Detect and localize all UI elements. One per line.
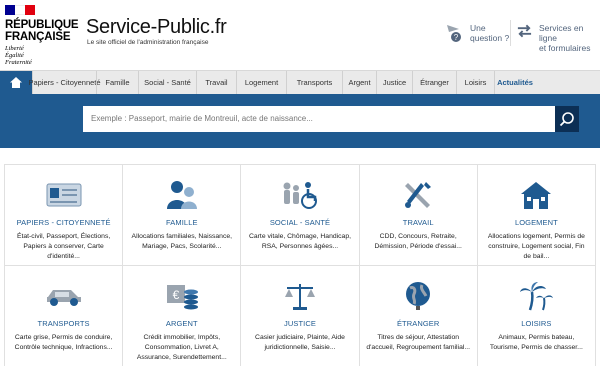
motto: Liberté Égalité Fraternité xyxy=(5,45,32,66)
search-icon xyxy=(559,112,574,127)
category-card-argent[interactable]: € ARGENT Crédit immobilier, Impôts, Cons… xyxy=(123,266,242,366)
category-title: LOGEMENT xyxy=(514,218,558,227)
services-link[interactable]: Services en ligne et formulaires xyxy=(516,23,600,53)
search-button[interactable] xyxy=(555,106,579,132)
nav-transports[interactable]: Transports xyxy=(286,71,342,94)
nav-papiers[interactable]: Papiers - Citoyenneté xyxy=(28,71,101,94)
motto-liberte: Liberté xyxy=(5,45,24,52)
question-link[interactable]: ? Une question ? xyxy=(446,23,509,43)
search-band: Exemple : Passeport, mairie de Montreuil… xyxy=(0,94,600,148)
nav-argent[interactable]: Argent xyxy=(342,71,376,94)
category-grid: PAPIERS - CITOYENNETÉ État-civil, Passep… xyxy=(4,164,596,366)
category-title: ARGENT xyxy=(165,319,198,328)
nav-famille[interactable]: Famille xyxy=(96,71,138,94)
id-card-icon xyxy=(46,183,82,207)
category-card-travail[interactable]: TRAVAIL CDD, Concours, Retraite, Démissi… xyxy=(359,165,478,266)
category-desc: Carte vitale, Chômage, Handicap, RSA, Pe… xyxy=(248,233,351,250)
nav-actualites[interactable]: Actualités xyxy=(494,71,535,94)
category-card-logement[interactable]: LOGEMENT Allocations logement, Permis de… xyxy=(477,165,596,266)
palm-tree-icon xyxy=(520,282,554,311)
home-icon xyxy=(10,77,22,88)
nav-travail[interactable]: Travail xyxy=(196,71,236,94)
swap-arrows-icon xyxy=(517,24,532,38)
category-card-etranger[interactable]: ÉTRANGER Titres de séjour, Attestation d… xyxy=(360,266,478,366)
category-title: PAPIERS - CITOYENNETÉ xyxy=(16,218,111,227)
category-title: ÉTRANGER xyxy=(396,319,440,328)
category-title: TRANSPORTS xyxy=(37,319,90,328)
category-card-loisirs[interactable]: LOISIRS Animaux, Permis bateau, Tourisme… xyxy=(478,266,596,366)
category-card-justice[interactable]: JUSTICE Casier judiciaire, Plainte, Aide… xyxy=(241,266,360,366)
nav-loisirs[interactable]: Loisirs xyxy=(456,71,494,94)
site-name[interactable]: Service-Public.fr xyxy=(86,16,227,39)
family-icon xyxy=(166,181,197,209)
services-link-line2: et formulaires xyxy=(538,43,591,53)
motto-egalite: Égalité xyxy=(5,52,24,59)
category-desc: État-civil, Passeport, Élections, Papier… xyxy=(16,233,111,260)
question-link-line2: question ? xyxy=(470,33,510,43)
svg-text:€: € xyxy=(172,288,179,302)
nav-justice[interactable]: Justice xyxy=(376,71,412,94)
main-nav: Papiers - Citoyenneté Famille Social - S… xyxy=(0,70,600,94)
nav-logement[interactable]: Logement xyxy=(236,71,286,94)
category-desc: CDD, Concours, Retraite, Démission, Péri… xyxy=(374,233,462,250)
category-card-famille[interactable]: FAMILLE Allocations familiales, Naissanc… xyxy=(123,165,242,266)
social-health-icon xyxy=(283,182,317,209)
category-desc: Titres de séjour, Attestation d'accueil,… xyxy=(366,334,471,351)
french-flag-icon xyxy=(5,5,35,15)
house-icon xyxy=(521,182,552,209)
republique-logo[interactable]: RÉPUBLIQUE FRANÇAISE xyxy=(5,19,79,43)
category-title: JUSTICE xyxy=(284,319,316,328)
category-desc: Carte grise, Permis de conduire, Contrôl… xyxy=(14,334,113,351)
svg-text:?: ? xyxy=(454,33,459,42)
category-card-social-sante[interactable]: SOCIAL - SANTÉ Carte vitale, Chômage, Ha… xyxy=(241,165,360,266)
money-icon: € xyxy=(166,285,198,310)
services-link-line1: Services en ligne xyxy=(538,23,584,43)
search-input[interactable]: Exemple : Passeport, mairie de Montreuil… xyxy=(83,106,555,132)
republic-line-1: RÉPUBLIQUE xyxy=(5,19,79,31)
category-desc: Allocations familiales, Naissance, Maria… xyxy=(131,233,233,250)
question-link-line1: Une xyxy=(470,23,486,33)
category-desc: Crédit immobilier, Impôts, Consommation,… xyxy=(136,334,227,361)
question-icon: ? xyxy=(447,25,461,42)
category-title: LOISIRS xyxy=(521,319,552,328)
home-button[interactable] xyxy=(0,71,32,94)
category-desc: Animaux, Permis bateau, Tourisme, Permis… xyxy=(489,334,583,351)
site-header: RÉPUBLIQUE FRANÇAISE Liberté Égalité Fra… xyxy=(0,0,600,70)
globe-icon xyxy=(406,282,431,310)
tools-icon xyxy=(405,182,432,208)
car-icon xyxy=(46,290,81,306)
site-tagline: Le site officiel de l'administration fra… xyxy=(87,39,209,46)
motto-fraternite: Fraternité xyxy=(5,59,32,66)
category-card-transports[interactable]: TRANSPORTS Carte grise, Permis de condui… xyxy=(5,266,124,366)
category-card-papiers[interactable]: PAPIERS - CITOYENNETÉ État-civil, Passep… xyxy=(5,165,124,266)
nav-etranger[interactable]: Étranger xyxy=(412,71,456,94)
category-desc: Allocations logement, Permis de construi… xyxy=(487,233,585,260)
category-title: TRAVAIL xyxy=(402,218,434,227)
category-title: FAMILLE xyxy=(166,218,198,227)
category-title: SOCIAL - SANTÉ xyxy=(269,218,331,227)
republic-line-2: FRANÇAISE xyxy=(5,31,71,43)
scales-icon xyxy=(284,284,315,310)
nav-social-sante[interactable]: Social - Santé xyxy=(138,71,196,94)
category-desc: Casier judiciaire, Plainte, Aide juridic… xyxy=(255,334,345,351)
header-divider xyxy=(510,20,511,46)
